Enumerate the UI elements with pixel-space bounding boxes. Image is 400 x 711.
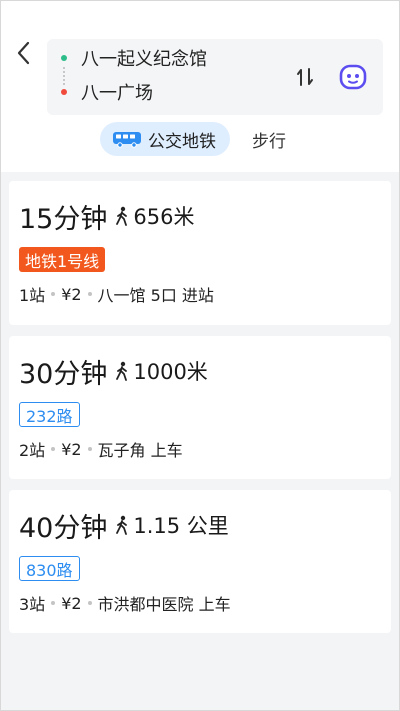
fare: ¥2: [61, 284, 82, 304]
line-tag: 830路: [19, 556, 80, 581]
separator-dot: [87, 601, 92, 605]
bus-icon: [112, 130, 142, 148]
destination-dot: [61, 89, 67, 95]
walk-distance: 1.15 公里: [133, 514, 229, 538]
route-card[interactable]: 40分钟 1.15 公里 830路 3站 ¥2 市洪都中医院 上车: [9, 490, 391, 633]
line-tag: 232路: [19, 402, 80, 427]
origin-field[interactable]: 八一起义纪念馆: [47, 43, 287, 73]
origin-text: 八一起义纪念馆: [81, 49, 207, 70]
swap-icon: [297, 68, 313, 86]
stop-count: 3站: [19, 595, 46, 614]
tab-walk-label: 步行: [252, 131, 286, 152]
back-button[interactable]: [10, 36, 36, 70]
route-duration: 15分钟: [19, 203, 108, 235]
walk-icon: [115, 206, 129, 226]
route-duration: 30分钟: [19, 358, 108, 390]
route-details: 1站 ¥2 八一馆 5口 进站: [19, 281, 214, 307]
route-header: 八一起义纪念馆 八一广场 公交地铁 步行: [0, 0, 400, 172]
separator-dot: [51, 601, 56, 605]
walk-icon: [115, 361, 129, 381]
tab-transit[interactable]: 公交地铁: [100, 122, 230, 156]
separator-dot: [51, 292, 56, 296]
fare: ¥2: [61, 439, 82, 459]
mode-tabs: 公交地铁 步行: [100, 121, 286, 157]
assistant-icon: [339, 64, 367, 90]
route-card[interactable]: 30分钟 1000米 232路 2站 ¥2 瓦子角 上车: [9, 336, 391, 479]
route-details: 3站 ¥2 市洪都中医院 上车: [19, 590, 231, 616]
walk-distance: 656米: [133, 205, 195, 229]
tab-walk[interactable]: 步行: [252, 122, 286, 156]
assistant-button[interactable]: [337, 61, 369, 93]
boarding-station: 瓦子角 上车: [97, 441, 183, 460]
line-tag: 地铁1号线: [19, 247, 106, 272]
walk-distance: 1000米: [133, 360, 208, 384]
destination-text: 八一广场: [81, 83, 153, 104]
route-details: 2站 ¥2 瓦子角 上车: [19, 436, 183, 462]
separator-dot: [87, 292, 92, 296]
boarding-station: 八一馆 5口 进站: [97, 286, 214, 305]
tab-transit-label: 公交地铁: [148, 131, 216, 152]
chevron-left-icon: [17, 41, 30, 65]
separator-dot: [51, 447, 56, 451]
walk-icon: [115, 515, 129, 535]
time-row: 30分钟 1000米: [19, 354, 208, 390]
route-card[interactable]: 15分钟 656米 地铁1号线 1站 ¥2 八一馆 5口 进站: [9, 181, 391, 325]
fare: ¥2: [61, 593, 82, 613]
time-row: 15分钟 656米: [19, 199, 195, 235]
separator-dot: [87, 447, 92, 451]
origin-dot: [61, 55, 67, 61]
destination-field[interactable]: 八一广场: [47, 77, 287, 107]
time-row: 40分钟 1.15 公里: [19, 508, 229, 544]
route-input-box: 八一起义纪念馆 八一广场: [47, 39, 383, 115]
stop-count: 1站: [19, 286, 46, 305]
boarding-station: 市洪都中医院 上车: [97, 595, 231, 614]
route-duration: 40分钟: [19, 512, 108, 544]
swap-button[interactable]: [293, 63, 317, 91]
stop-count: 2站: [19, 441, 46, 460]
